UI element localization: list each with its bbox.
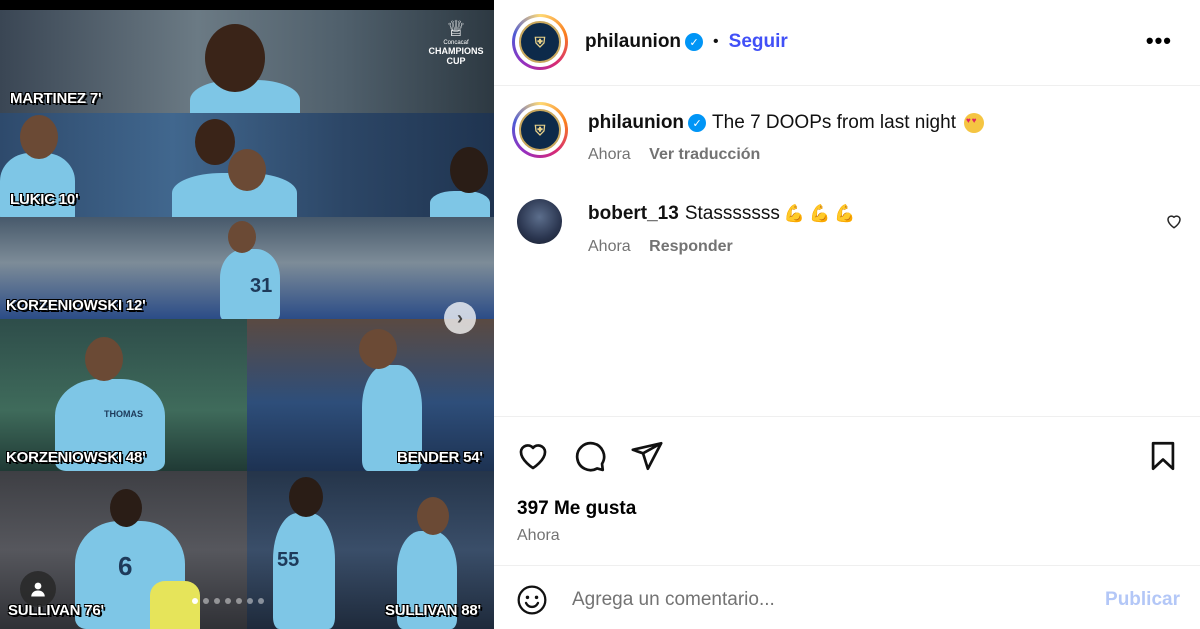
photo-panel-korzeniowski-12: 31 KORZENIOWSKI 12' xyxy=(0,217,494,319)
logo-line1: CHAMPIONS xyxy=(428,46,484,56)
heart-icon xyxy=(519,444,547,470)
player-figure xyxy=(228,149,266,191)
speech-bubble-icon xyxy=(575,441,606,472)
photo-panel-korzeniowski-48: THOMAS KORZENIOWSKI 48' xyxy=(0,319,247,471)
player-figure xyxy=(359,329,397,369)
goal-caption: SULLIVAN 88' xyxy=(385,602,481,619)
caption-meta: Ahora Ver traducción xyxy=(588,146,760,164)
carousel-dot xyxy=(225,598,231,604)
action-bar: 397 Me gusta Ahora xyxy=(494,416,1200,566)
post-header: ⛨ philaunion ✓ • Seguir ••• xyxy=(494,0,1200,86)
paper-plane-icon xyxy=(631,441,663,471)
goal-caption: KORZENIOWSKI 12' xyxy=(6,297,146,314)
comment-composer: Publicar xyxy=(494,567,1200,629)
flexed-biceps-emoji-icon: 💪 xyxy=(809,204,831,223)
comment-input[interactable] xyxy=(572,586,1072,614)
carousel-dot xyxy=(247,598,253,604)
tagged-users-button[interactable] xyxy=(20,571,56,607)
player-figure xyxy=(150,581,200,629)
chevron-right-icon: › xyxy=(457,307,463,328)
caption-text-row: philaunion ✓ The 7 DOOPs from last night xyxy=(588,112,984,134)
player-figure xyxy=(417,497,449,535)
flexed-biceps-emoji-icon: 💪 xyxy=(783,204,806,223)
goal-caption: BENDER 54' xyxy=(397,449,483,466)
verified-badge-icon: ✓ xyxy=(685,33,704,51)
publish-button[interactable]: Publicar xyxy=(1105,589,1180,611)
emoji-picker-button[interactable] xyxy=(516,584,548,621)
goal-caption: SULLIVAN 76' xyxy=(8,602,104,619)
logo-line2: CUP xyxy=(446,56,466,66)
post-media-carousel[interactable]: ♕ Concacaf CHAMPIONS CUP MARTINEZ 7' LUK… xyxy=(0,0,494,629)
player-figure xyxy=(430,191,490,217)
union-crest-icon: ⛨ xyxy=(519,21,561,63)
goal-caption: MARTINEZ 7' xyxy=(10,90,102,107)
share-button[interactable] xyxy=(630,439,664,478)
bookmark-icon xyxy=(1151,441,1175,471)
like-button[interactable] xyxy=(516,439,550,478)
post-sidebar: ⛨ philaunion ✓ • Seguir ••• ⛨ philaunion… xyxy=(494,0,1200,629)
player-figure xyxy=(195,119,235,165)
comment-meta: Ahora Responder xyxy=(588,238,733,256)
sponsor-text: THOMAS xyxy=(104,409,143,419)
jersey-number: 6 xyxy=(118,551,133,581)
smiley-icon xyxy=(517,585,547,615)
carousel-dot xyxy=(236,598,242,604)
player-figure xyxy=(450,147,488,193)
more-options-icon[interactable]: ••• xyxy=(1146,28,1172,54)
author-avatar[interactable]: ⛨ xyxy=(512,14,568,70)
photo-panel-martinez: ♕ Concacaf CHAMPIONS CUP MARTINEZ 7' xyxy=(0,10,494,113)
carousel-dot xyxy=(214,598,220,604)
photo-panel-lukic: LUKIC 10' xyxy=(0,113,494,217)
carousel-dot xyxy=(258,598,264,604)
see-translation-link[interactable]: Ver traducción xyxy=(649,146,760,163)
player-figure xyxy=(110,489,142,527)
carousel-dot xyxy=(203,598,209,604)
post-timestamp: Ahora xyxy=(517,527,560,544)
flexed-biceps-emoji-icon: 💪 xyxy=(834,204,856,223)
comment-like-button[interactable] xyxy=(1165,212,1183,235)
caption-username[interactable]: philaunion xyxy=(588,112,684,134)
caption-body: The 7 DOOPs from last night xyxy=(712,112,956,133)
verified-badge-icon: ✓ xyxy=(688,114,707,132)
comment-text-row: bobert_13 Stasssssss 💪 💪 💪 xyxy=(588,203,855,225)
user-icon xyxy=(31,582,45,597)
jersey-number: 31 xyxy=(250,275,273,297)
goal-caption: LUKIC 10' xyxy=(10,191,79,208)
union-crest-icon: ⛨ xyxy=(519,109,561,151)
comment-body: Stasssssss xyxy=(684,203,780,224)
reply-link[interactable]: Responder xyxy=(649,238,733,255)
comment-timestamp: Ahora xyxy=(588,238,631,255)
photo-panel-sullivan-88: 55 SULLIVAN 88' xyxy=(247,471,494,629)
caption-timestamp: Ahora xyxy=(588,146,631,163)
carousel-next-button[interactable]: › xyxy=(444,302,476,334)
player-figure xyxy=(20,115,58,159)
goal-caption: KORZENIOWSKI 48' xyxy=(6,449,146,466)
heart-eyes-emoji-icon xyxy=(963,113,984,133)
author-username[interactable]: philaunion xyxy=(585,31,681,53)
carousel-dots xyxy=(192,598,264,604)
player-figure xyxy=(205,24,265,92)
comment-username[interactable]: bobert_13 xyxy=(588,203,679,225)
author-name-row: philaunion ✓ • Seguir xyxy=(585,31,788,53)
save-button[interactable] xyxy=(1146,439,1180,478)
heart-icon xyxy=(1167,215,1181,229)
caption-author-avatar[interactable]: ⛨ xyxy=(512,102,568,158)
carousel-dot xyxy=(192,598,198,604)
player-figure xyxy=(85,337,123,381)
follow-button[interactable]: Seguir xyxy=(729,31,788,53)
jersey-number: 55 xyxy=(277,549,300,571)
champions-cup-logo: ♕ Concacaf CHAMPIONS CUP xyxy=(424,16,488,67)
separator-dot: • xyxy=(713,33,719,50)
player-figure xyxy=(289,477,323,517)
comment-button[interactable] xyxy=(573,439,607,478)
photo-panel-bender: BENDER 54' xyxy=(247,319,494,471)
commenter-avatar[interactable] xyxy=(517,199,562,244)
player-figure xyxy=(228,221,256,253)
trophy-icon: ♕ xyxy=(446,16,466,41)
like-count[interactable]: 397 Me gusta xyxy=(517,498,636,520)
